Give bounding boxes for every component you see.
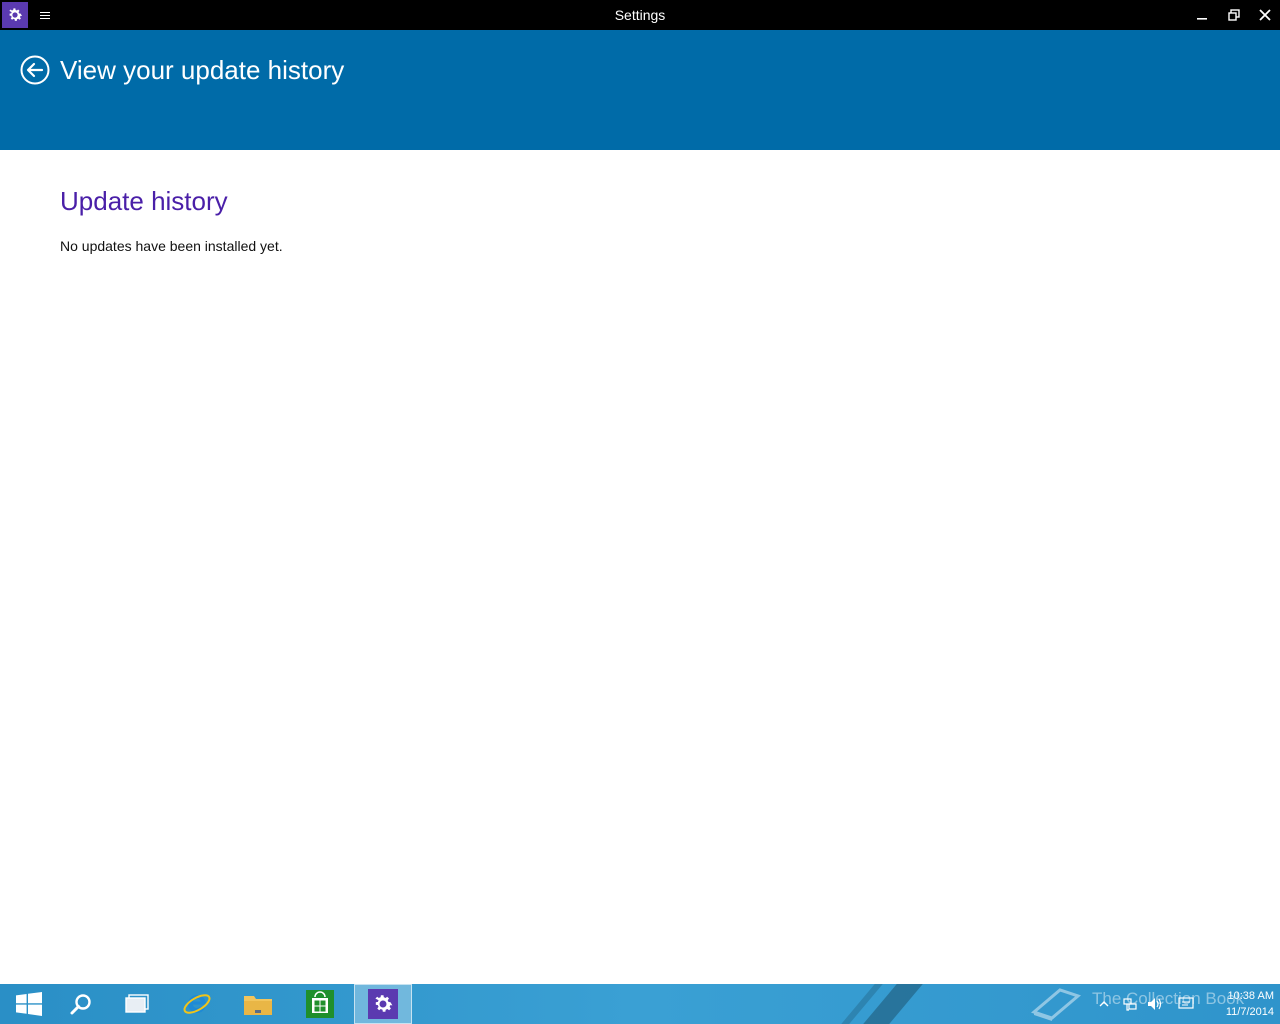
action-center-button[interactable]	[1176, 984, 1196, 1024]
settings-gear-icon	[368, 989, 398, 1019]
network-button[interactable]	[1120, 984, 1140, 1024]
volume-button[interactable]	[1144, 984, 1166, 1024]
minimize-button[interactable]	[1186, 0, 1218, 30]
search-button[interactable]	[52, 984, 110, 1024]
internet-explorer-button[interactable]	[168, 984, 226, 1024]
settings-gear-icon[interactable]	[2, 2, 28, 28]
clock-time: 10:38 AM	[1227, 990, 1274, 1002]
folder-icon	[244, 996, 272, 1015]
clock-date: 11/7/2014	[1225, 1006, 1274, 1018]
search-icon	[70, 994, 91, 1015]
action-center-icon	[1178, 997, 1194, 1009]
store-button[interactable]	[291, 984, 349, 1024]
volume-icon	[1148, 998, 1162, 1010]
taskbar	[0, 984, 1280, 1024]
restore-icon	[1228, 9, 1240, 21]
book-watermark-icon	[1030, 988, 1082, 1021]
back-button[interactable]	[19, 54, 51, 86]
chevron-up-icon	[1099, 1001, 1109, 1007]
store-icon	[306, 990, 334, 1018]
hamburger-icon[interactable]	[36, 6, 54, 24]
start-button[interactable]	[0, 984, 58, 1024]
task-view-button[interactable]	[108, 984, 166, 1024]
windows-logo-icon	[16, 992, 42, 1016]
file-explorer-button[interactable]	[229, 984, 287, 1024]
back-arrow-icon	[20, 55, 50, 85]
restore-button[interactable]	[1218, 0, 1250, 30]
task-view-icon	[125, 994, 149, 1013]
taskbar-clock[interactable]: 10:38 AM 11/7/2014	[1200, 988, 1274, 1020]
section-title: Update history	[60, 186, 228, 216]
minimize-icon	[1197, 18, 1207, 20]
close-button[interactable]	[1249, 0, 1280, 30]
update-status-text: No updates have been installed yet.	[60, 238, 283, 254]
window-title: Settings	[614, 7, 666, 23]
title-bar: Settings	[0, 0, 1280, 30]
page-title: View your update history	[60, 55, 345, 85]
page-header	[0, 30, 1280, 150]
settings-taskbar-button[interactable]	[354, 984, 412, 1024]
close-icon	[1259, 9, 1271, 21]
network-icon	[1123, 998, 1137, 1011]
internet-explorer-icon	[183, 994, 211, 1014]
show-hidden-icons-button[interactable]	[1096, 984, 1112, 1024]
